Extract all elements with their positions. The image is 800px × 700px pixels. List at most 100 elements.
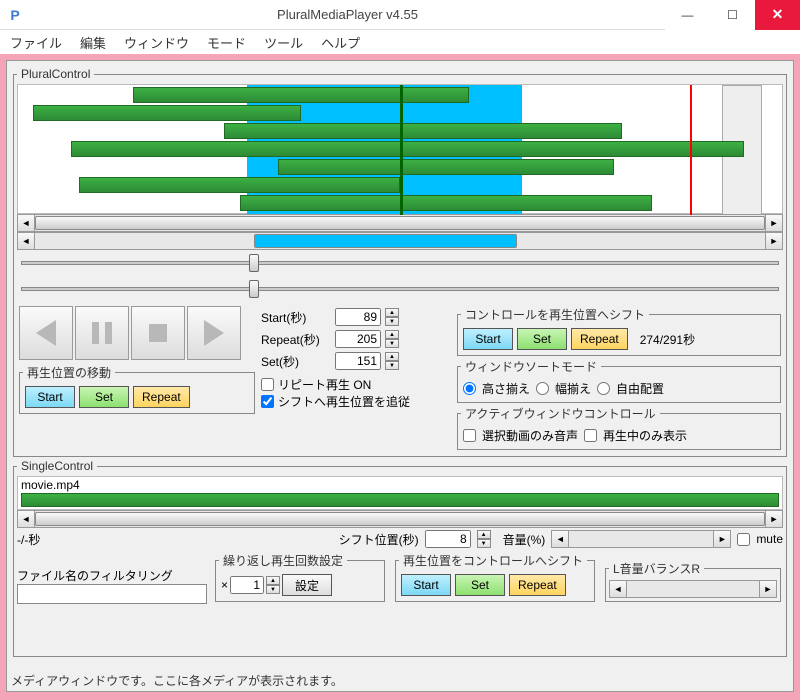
start-spinner[interactable]: ▲▼ [385, 308, 399, 326]
single-shift-legend: 再生位置をコントロールへシフト [399, 552, 587, 569]
track-bar[interactable] [79, 177, 400, 193]
single-shift-group: 再生位置をコントロールへシフト Start Set Repeat [395, 552, 595, 602]
menu-tool[interactable]: ツール [264, 33, 303, 52]
shift-follow-label: シフトへ再生位置を追従 [278, 393, 410, 410]
plural-legend: PluralControl [17, 67, 94, 81]
start-input[interactable] [335, 308, 381, 326]
plural-hscroll-1[interactable]: ◄ ► [17, 214, 783, 232]
prev-button[interactable] [19, 306, 73, 360]
shift-control-group: コントロールを再生位置へシフト Start Set Repeat 274/291… [457, 306, 781, 356]
scroll-left-icon[interactable]: ◄ [17, 214, 35, 232]
pause-button[interactable] [75, 306, 129, 360]
menu-file[interactable]: ファイル [10, 33, 62, 52]
single-timeline[interactable]: movie.mp4 [17, 476, 783, 510]
set-spinner[interactable]: ▲▼ [385, 352, 399, 370]
track-bar[interactable] [224, 123, 621, 139]
stop-button[interactable] [131, 306, 185, 360]
move-repeat-button[interactable]: Repeat [133, 386, 190, 408]
sort-mode-group: ウィンドウソートモード 高さ揃え 幅揃え 自由配置 [457, 358, 781, 403]
track-bar[interactable] [278, 159, 614, 175]
sort-height-radio[interactable] [463, 382, 476, 395]
balance-scroll[interactable]: ◄► [609, 580, 777, 598]
time-display: 274/291秒 [640, 331, 695, 348]
repeat-count-spinner[interactable]: ▲▼ [266, 576, 280, 594]
plural-slider-1[interactable] [17, 250, 783, 276]
menu-edit[interactable]: 編集 [80, 33, 106, 52]
balance-group: L音量バランスR ◄► [605, 560, 781, 602]
menu-mode[interactable]: モード [207, 33, 246, 52]
single-filename: movie.mp4 [21, 478, 779, 492]
repeat-on-checkbox[interactable] [261, 378, 274, 391]
repeat-count-set-button[interactable]: 設定 [282, 574, 332, 596]
next-button[interactable] [187, 306, 241, 360]
single-repeat-button[interactable]: Repeat [509, 574, 566, 596]
app-icon: P [0, 7, 30, 23]
volume-scroll[interactable]: ◄► [551, 530, 731, 548]
set-label: Set(秒) [261, 353, 331, 370]
track-bar[interactable] [240, 195, 653, 211]
track-bar[interactable] [71, 141, 743, 157]
shift-start-button[interactable]: Start [463, 328, 513, 350]
repeat-label: Repeat(秒) [261, 331, 331, 348]
sort-legend: ウィンドウソートモード [461, 358, 601, 375]
start-label: Start(秒) [261, 309, 331, 326]
filter-label: ファイル名のフィルタリング [17, 567, 207, 584]
single-start-button[interactable]: Start [401, 574, 451, 596]
shift-set-button[interactable]: Set [517, 328, 567, 350]
menu-window[interactable]: ウィンドウ [124, 33, 189, 52]
shift-repeat-button[interactable]: Repeat [571, 328, 628, 350]
active-legend: アクティブウィンドウコントロール [461, 405, 660, 422]
single-time: -/-秒 [17, 531, 77, 548]
repeat-count-input[interactable] [230, 576, 264, 594]
active-playing-checkbox[interactable] [584, 429, 597, 442]
filter-input[interactable] [17, 584, 207, 604]
repeat-count-group: 繰り返し再生回数設定 × ▲▼ 設定 [215, 552, 385, 602]
scroll-right-icon[interactable]: ► [765, 214, 783, 232]
single-legend: SingleControl [17, 459, 97, 473]
scroll-left-icon[interactable]: ◄ [17, 232, 35, 250]
scroll-right-icon[interactable]: ► [765, 232, 783, 250]
volume-label: 音量(%) [503, 531, 546, 548]
track-bar[interactable] [33, 105, 300, 121]
move-start-button[interactable]: Start [25, 386, 75, 408]
active-audio-checkbox[interactable] [463, 429, 476, 442]
menubar: ファイル 編集 ウィンドウ モード ツール ヘルプ [0, 30, 800, 54]
shift-pos-label: シフト位置(秒) [339, 531, 419, 548]
sort-width-radio[interactable] [536, 382, 549, 395]
shift-pos-spinner[interactable]: ▲▼ [477, 530, 491, 548]
plural-slider-2[interactable] [17, 276, 783, 302]
track-bar[interactable] [133, 87, 469, 103]
close-button[interactable]: ✕ [755, 0, 800, 30]
scroll-right-icon[interactable]: ► [765, 510, 783, 528]
shift-follow-checkbox[interactable] [261, 395, 274, 408]
titlebar: P PluralMediaPlayer v4.55 — ☐ ✕ [0, 0, 800, 30]
single-control-group: SingleControl movie.mp4 ◄ ► -/-秒 シフト位置(秒… [13, 459, 787, 657]
shift-legend: コントロールを再生位置へシフト [461, 306, 649, 323]
mute-checkbox[interactable] [737, 533, 750, 546]
active-window-group: アクティブウィンドウコントロール 選択動画のみ音声 再生中のみ表示 [457, 405, 781, 450]
repeat-spinner[interactable]: ▲▼ [385, 330, 399, 348]
repeat-count-label: 繰り返し再生回数設定 [219, 552, 347, 569]
balance-label: L音量バランスR [609, 560, 704, 577]
maximize-button[interactable]: ☐ [710, 0, 755, 30]
move-set-button[interactable]: Set [79, 386, 129, 408]
menu-help[interactable]: ヘルプ [321, 33, 360, 52]
mute-label: mute [756, 532, 783, 546]
plural-timeline[interactable] [17, 84, 783, 214]
repeat-input[interactable] [335, 330, 381, 348]
shift-pos-input[interactable] [425, 530, 471, 548]
minimize-button[interactable]: — [665, 0, 710, 30]
move-position-group: 再生位置の移動 Start Set Repeat [19, 364, 255, 414]
sort-free-radio[interactable] [597, 382, 610, 395]
window-title: PluralMediaPlayer v4.55 [30, 7, 665, 22]
plural-control-group: PluralControl ◄ ► ◄ ► [13, 67, 787, 457]
plural-hscroll-2[interactable]: ◄ ► [17, 232, 783, 250]
playhead[interactable] [400, 85, 403, 215]
single-hscroll[interactable]: ◄ ► [17, 510, 783, 528]
set-input[interactable] [335, 352, 381, 370]
single-progress[interactable] [21, 493, 779, 507]
repeat-on-label: リピート再生 ON [278, 376, 371, 393]
single-set-button[interactable]: Set [455, 574, 505, 596]
scroll-left-icon[interactable]: ◄ [17, 510, 35, 528]
move-legend: 再生位置の移動 [23, 364, 115, 381]
